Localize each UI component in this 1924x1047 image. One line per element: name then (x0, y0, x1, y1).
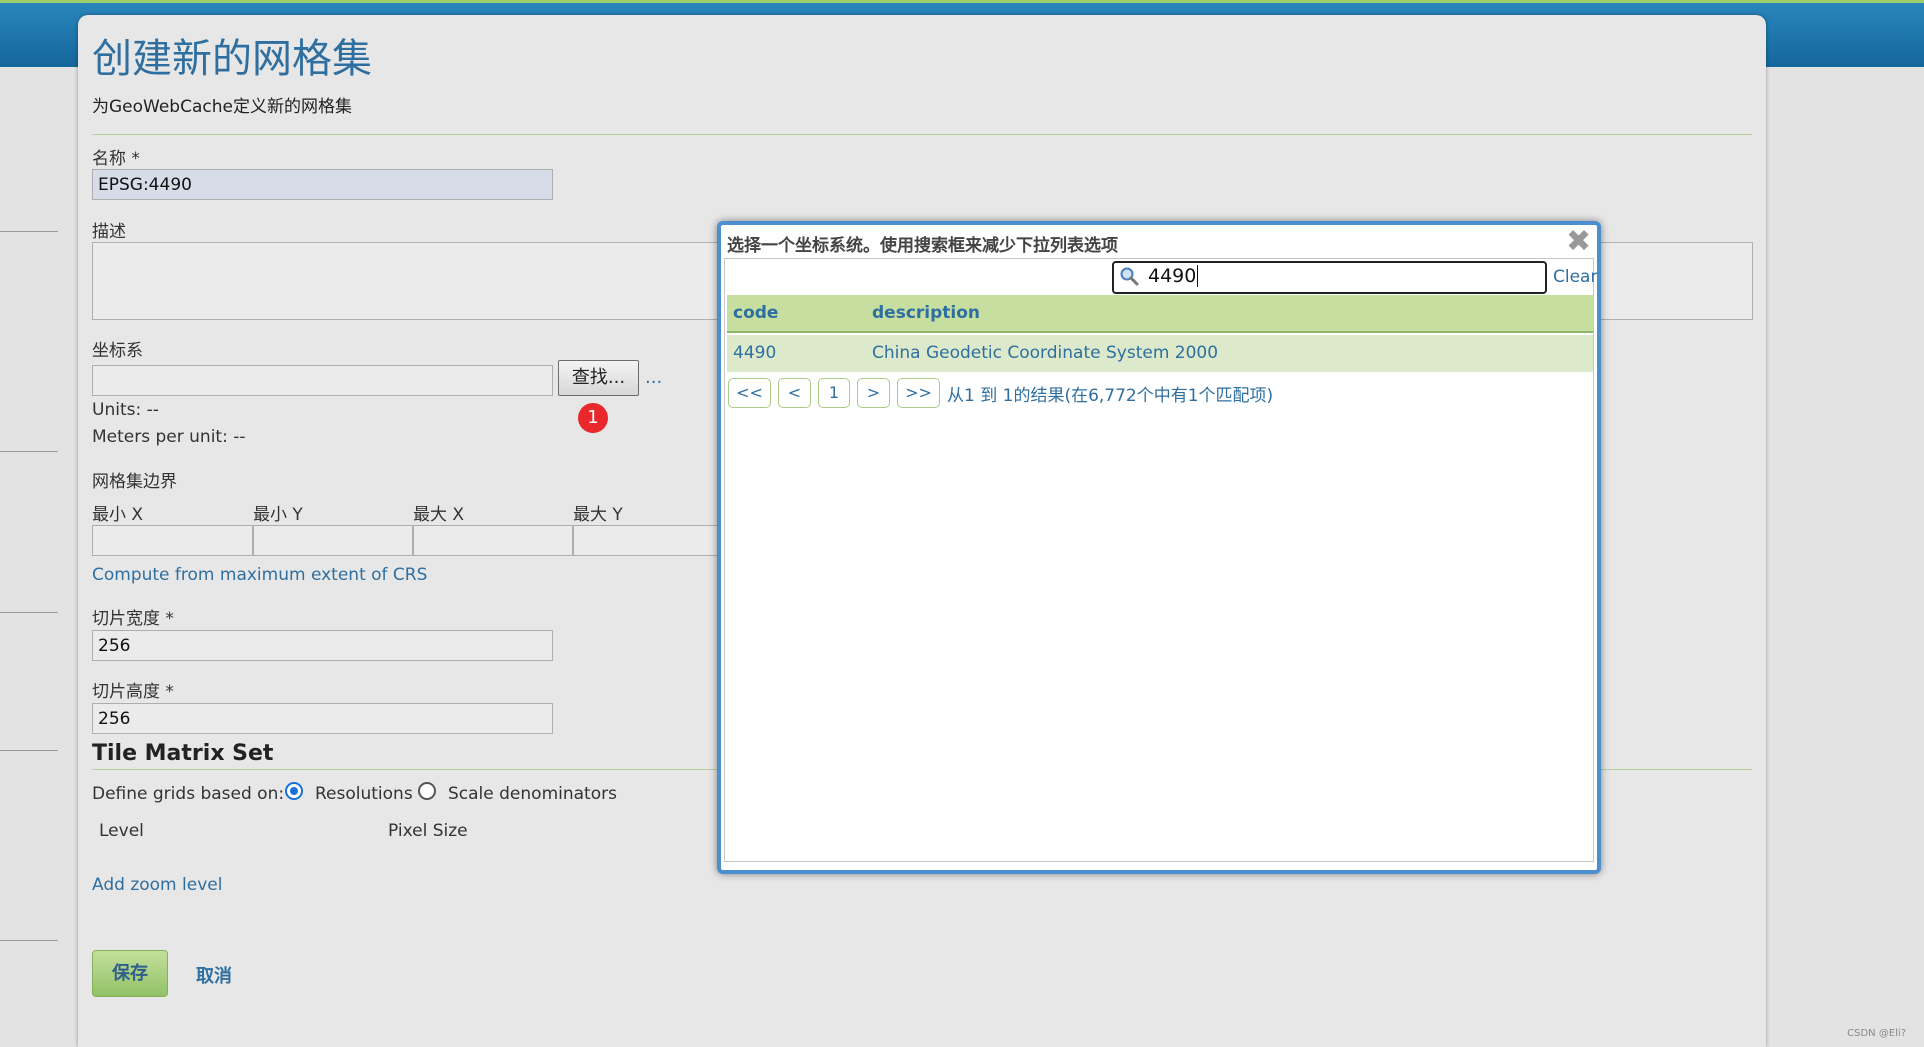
crs-more-link[interactable]: ... (645, 367, 662, 388)
level-header: Level (99, 821, 144, 841)
search-icon (1119, 266, 1139, 291)
cancel-button[interactable]: 取消 (196, 962, 232, 988)
crs-label: 坐标系 (92, 341, 143, 361)
resolutions-label[interactable]: Resolutions (315, 784, 413, 804)
pager-next-button[interactable]: > (857, 378, 890, 408)
page-title: 创建新的网格集 (92, 36, 372, 82)
name-input[interactable] (92, 169, 553, 200)
scale-denominators-label[interactable]: Scale denominators (448, 784, 617, 804)
pager-prev-button[interactable]: < (778, 378, 811, 408)
side-divider (0, 612, 58, 613)
side-divider (0, 231, 58, 232)
row-description-link[interactable]: China Geodetic Coordinate System 2000 (872, 343, 1218, 363)
meters-per-unit-text: Meters per unit: -- (92, 427, 246, 447)
close-icon[interactable]: ✖ (1566, 227, 1591, 257)
tile-height-input[interactable] (92, 703, 553, 734)
side-divider (0, 940, 58, 941)
code-column-header[interactable]: code (733, 303, 778, 323)
pixel-size-header: Pixel Size (388, 821, 468, 841)
watermark: CSDN @Eli? (1847, 1028, 1906, 1039)
title-divider (92, 134, 1752, 135)
description-column-header[interactable]: description (872, 303, 980, 323)
find-crs-button[interactable]: 查找... (558, 360, 639, 396)
units-text: Units: -- (92, 400, 159, 420)
row-code-link[interactable]: 4490 (733, 343, 776, 363)
add-zoom-level-link[interactable]: Add zoom level (92, 875, 222, 895)
dialog-title: 选择一个坐标系统。使用搜索框来减少下拉列表选项 (727, 236, 1118, 256)
bounds-label: 网格集边界 (92, 472, 177, 492)
min-x-input[interactable] (92, 525, 253, 556)
page-subtitle: 为GeoWebCache定义新的网格集 (92, 97, 352, 117)
scale-denominators-radio[interactable] (418, 782, 436, 800)
side-divider (0, 451, 58, 452)
min-y-input[interactable] (253, 525, 413, 556)
search-input-value[interactable]: 4490 (1148, 265, 1199, 287)
crs-input[interactable] (92, 365, 553, 396)
bounds-header-maxx: 最大 X (413, 505, 465, 525)
tile-width-input[interactable] (92, 630, 553, 661)
define-grids-label: Define grids based on: (92, 784, 285, 804)
pager-page-button[interactable]: 1 (818, 378, 850, 408)
description-label: 描述 (92, 222, 126, 242)
tile-matrix-title: Tile Matrix Set (92, 741, 274, 766)
pager-first-button[interactable]: << (728, 378, 771, 408)
tile-height-label: 切片高度 * (92, 682, 174, 702)
pager-info-text: 从1 到 1的结果(在6,772个中有1个匹配项) (947, 386, 1274, 406)
results-table-header (727, 295, 1593, 333)
clear-search-link[interactable]: Clear (1553, 267, 1597, 287)
bounds-header-miny: 最小 Y (253, 505, 303, 525)
bounds-header-maxy: 最大 Y (573, 505, 623, 525)
save-button[interactable]: 保存 (92, 950, 168, 997)
pager-last-button[interactable]: >> (897, 378, 940, 408)
resolutions-radio[interactable] (285, 782, 303, 800)
name-label: 名称 * (92, 149, 140, 169)
compute-extent-link[interactable]: Compute from maximum extent of CRS (92, 565, 427, 585)
max-y-input[interactable] (573, 525, 733, 556)
tile-width-label: 切片宽度 * (92, 609, 174, 629)
bounds-header-minx: 最小 X (92, 505, 144, 525)
annotation-badge-1: 1 (578, 403, 608, 433)
side-divider (0, 750, 58, 751)
max-x-input[interactable] (413, 525, 573, 556)
